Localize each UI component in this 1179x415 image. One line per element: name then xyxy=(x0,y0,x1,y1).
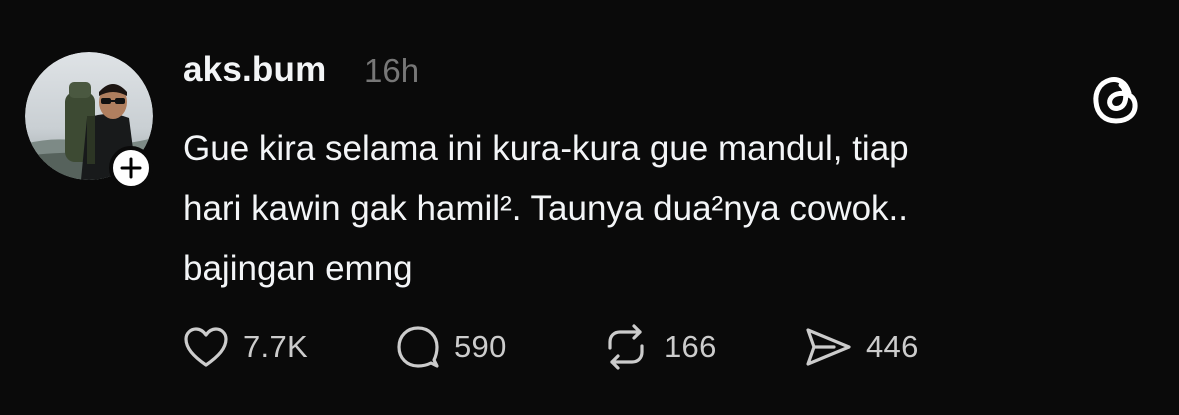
like-button[interactable]: 7.7K xyxy=(183,322,308,372)
follow-button[interactable] xyxy=(109,146,153,190)
reply-button[interactable]: 590 xyxy=(396,322,507,372)
repost-count: 166 xyxy=(664,329,717,364)
share-count: 446 xyxy=(866,329,919,364)
share-button[interactable]: 446 xyxy=(804,322,919,372)
post-timestamp: 16h xyxy=(364,52,420,89)
speech-bubble-icon xyxy=(397,326,439,368)
reply-count: 590 xyxy=(454,329,507,364)
post-text-line: bajingan emng xyxy=(183,249,413,288)
plus-icon xyxy=(120,157,142,179)
heart-icon xyxy=(184,327,228,367)
repost-icon xyxy=(608,324,644,370)
post-text-line: Gue kira selama ini kura-kura gue mandul… xyxy=(183,129,909,168)
like-count: 7.7K xyxy=(243,329,308,364)
avatar-container xyxy=(25,52,153,190)
username[interactable]: aks.bum xyxy=(183,50,326,90)
threads-post: aks.bum 16h Gue kira selama ini kura-kur… xyxy=(0,0,1179,415)
post-text: Gue kira selama ini kura-kura gue mandul… xyxy=(183,119,1143,299)
repost-button[interactable]: 166 xyxy=(602,322,717,372)
post-text-line: hari kawin gak hamil². Taunya dua²nya co… xyxy=(183,189,909,228)
send-icon xyxy=(806,328,851,366)
